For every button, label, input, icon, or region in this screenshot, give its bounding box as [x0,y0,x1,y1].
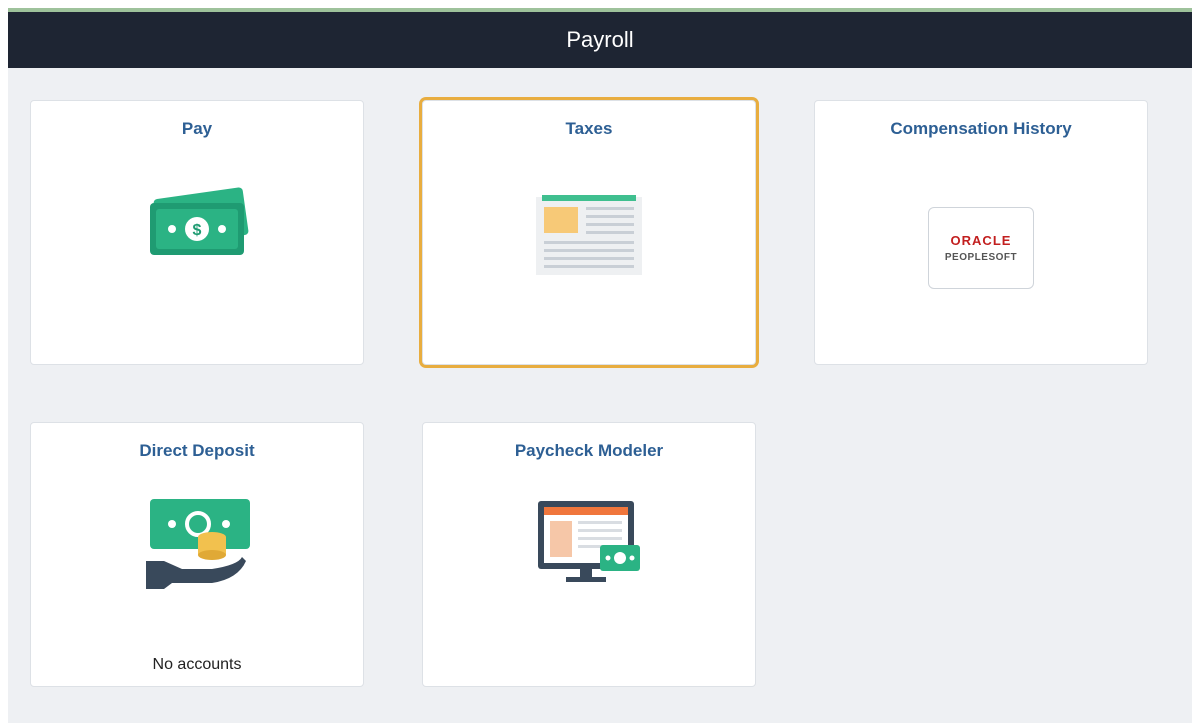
tile-title: Pay [181,119,213,138]
tile-pay[interactable]: Pay $ [30,100,364,365]
tile-direct-deposit[interactable]: Direct Deposit No accounts [30,422,364,687]
tile-compensation-history[interactable]: Compensation History ORACLE PEOPLESOFT [814,100,1148,365]
tile-title: Paycheck Modeler [514,441,664,460]
tile-taxes[interactable]: Taxes [422,100,756,365]
paycheck-modeler-icon [534,499,644,594]
logo-product: PEOPLESOFT [944,252,1018,263]
money-icon: $ [142,187,252,264]
logo-brand: ORACLE [950,233,1012,248]
svg-text:$: $ [193,222,202,239]
tile-paycheck-modeler[interactable]: Paycheck Modeler [422,422,756,687]
tile-grid: Pay $ Taxes Compensation History ORACLE … [8,68,1192,723]
oracle-peoplesoft-logo: ORACLE PEOPLESOFT [928,207,1034,289]
tile-status: No accounts [152,656,242,673]
direct-deposit-icon [142,499,252,600]
tax-form-icon [534,193,644,282]
tile-title: Compensation History [890,119,1072,138]
tile-title: Taxes [565,119,613,138]
page-title: Payroll [566,27,634,52]
tile-title: Direct Deposit [139,441,255,460]
page-header: Payroll [8,12,1192,68]
